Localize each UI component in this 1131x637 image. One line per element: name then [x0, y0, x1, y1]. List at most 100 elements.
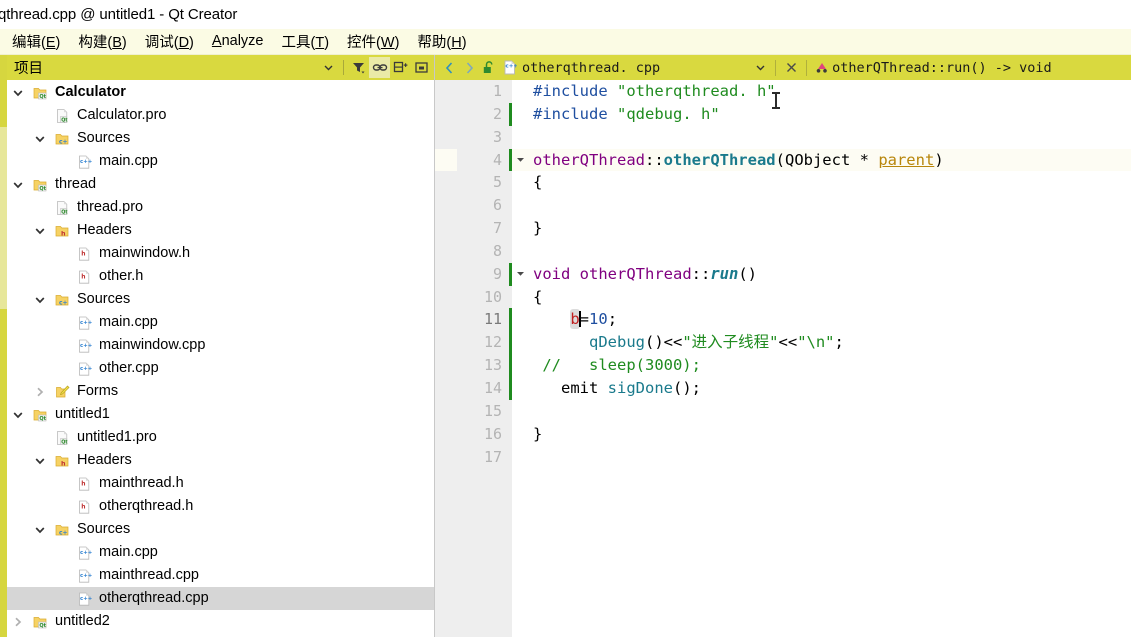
h-file-icon: h	[73, 246, 95, 262]
chevron-down-icon[interactable]	[7, 179, 29, 191]
tree-item-main-cpp[interactable]: c++ main.cpp	[7, 150, 434, 173]
marker-slot[interactable]	[435, 354, 457, 377]
tree-item-main-cpp[interactable]: c++ main.cpp	[7, 541, 434, 564]
tree-item-other-cpp[interactable]: c++ other.cpp	[7, 357, 434, 380]
fold-toggle-icon[interactable]	[512, 149, 528, 172]
code-line[interactable]: {	[512, 171, 1131, 194]
tree-item-mainthread-cpp[interactable]: c++ mainthread.cpp	[7, 564, 434, 587]
chevron-down-icon[interactable]	[7, 409, 29, 421]
marker-slot[interactable]	[435, 126, 457, 149]
code-line[interactable]	[512, 446, 1131, 469]
chevron-right-icon[interactable]	[459, 58, 479, 78]
chevron-right-icon[interactable]	[29, 386, 51, 398]
chevron-left-icon[interactable]	[439, 58, 459, 78]
code-line[interactable]	[512, 194, 1131, 217]
marker-slot[interactable]	[435, 423, 457, 446]
code-line[interactable]: // sleep(3000);	[512, 354, 1131, 377]
tree-item-untitled1[interactable]: Qt untitled1	[7, 403, 434, 426]
tree-item-sources[interactable]: c+ Sources	[7, 518, 434, 541]
tree-item-untitled2[interactable]: Qt untitled2	[7, 610, 434, 633]
menu-item-5[interactable]: 控件(W)	[338, 29, 408, 55]
folder-cpp-icon: c+	[51, 131, 73, 147]
tree-item-calculator-pro[interactable]: Qt Calculator.pro	[7, 104, 434, 127]
marker-slot[interactable]	[435, 103, 457, 126]
tree-item-mainwindow-cpp[interactable]: c++ mainwindow.cpp	[7, 334, 434, 357]
code-editor[interactable]: 1 2 3 4 5 6 7 8 9 10 11 12 13 14 15 16 17 #include "othe…	[435, 80, 1131, 637]
tree-item-mainthread-h[interactable]: h mainthread.h	[7, 472, 434, 495]
filter-icon[interactable]	[348, 57, 369, 78]
tree-item-sources[interactable]: c+ Sources	[7, 127, 434, 150]
tree-item-main-cpp[interactable]: c++ main.cpp	[7, 311, 434, 334]
marker-slot[interactable]	[435, 217, 457, 240]
menu-item-3[interactable]: Analyze	[203, 31, 273, 52]
line-number: 13	[483, 356, 502, 375]
code-line[interactable]: }	[512, 423, 1131, 446]
unlocked-padlock-icon[interactable]	[479, 58, 499, 78]
menu-item-2[interactable]: 调试(D)	[136, 29, 203, 55]
chevron-right-icon[interactable]	[7, 616, 29, 628]
marker-slot[interactable]	[435, 446, 457, 469]
marker-slot[interactable]	[435, 171, 457, 194]
warning-icon[interactable]	[435, 149, 457, 172]
tree-item-thread-pro[interactable]: Qt thread.pro	[7, 196, 434, 219]
menu-item-4[interactable]: 工具(T)	[272, 29, 338, 55]
marker-slot[interactable]	[435, 80, 457, 103]
code-line[interactable]	[512, 126, 1131, 149]
code-line[interactable]: b=10;	[512, 308, 1131, 331]
fold-toggle-icon[interactable]	[512, 263, 528, 286]
tab-dropdown-icon[interactable]	[750, 58, 770, 78]
expand-all-icon[interactable]	[390, 57, 411, 78]
link-icon[interactable]	[369, 57, 390, 78]
project-tree[interactable]: Qt Calculator Qt Calculator.pro c+ Sources c++…	[7, 80, 434, 637]
editor-marker-column[interactable]	[435, 80, 457, 637]
code-line[interactable]: }	[512, 217, 1131, 240]
chevron-down-icon[interactable]	[29, 133, 51, 145]
marker-slot[interactable]	[435, 240, 457, 263]
code-line[interactable]: {	[512, 286, 1131, 309]
code-line[interactable]: qDebug()<<"进入子线程"<<"\n";	[512, 331, 1131, 354]
collapse-all-icon[interactable]	[411, 57, 432, 78]
marker-slot[interactable]	[435, 331, 457, 354]
code-line[interactable]: #include "otherqthread. h"	[512, 80, 1131, 103]
tree-item-label: otherqthread.cpp	[99, 589, 209, 606]
chevron-down-icon[interactable]	[29, 294, 51, 306]
tree-item-calculator[interactable]: Qt Calculator	[7, 81, 434, 104]
marker-slot[interactable]	[435, 308, 457, 331]
tree-item-forms[interactable]: Forms	[7, 380, 434, 403]
menu-item-1[interactable]: 构建(B)	[69, 29, 135, 55]
tree-item-headers[interactable]: h Headers	[7, 219, 434, 242]
chevron-down-icon[interactable]	[318, 57, 339, 78]
tree-item-otherqthread-cpp[interactable]: c++ otherqthread.cpp	[7, 587, 434, 610]
code-line[interactable]: #include "qdebug. h"	[512, 103, 1131, 126]
tree-item-headers[interactable]: h Headers	[7, 449, 434, 472]
menu-item-0[interactable]: 编辑(E)	[3, 29, 69, 55]
code-line[interactable]: void otherQThread::run()	[512, 263, 1131, 286]
marker-slot[interactable]	[435, 263, 457, 286]
marker-slot[interactable]	[435, 400, 457, 423]
tree-item-mainwindow-h[interactable]: h mainwindow.h	[7, 242, 434, 265]
marker-slot[interactable]	[435, 286, 457, 309]
marker-slot[interactable]	[435, 194, 457, 217]
code-token: sigDone	[607, 378, 673, 397]
code-text: {	[533, 286, 542, 309]
chevron-down-icon[interactable]	[7, 87, 29, 99]
tree-item-otherqthread-h[interactable]: h otherqthread.h	[7, 495, 434, 518]
tree-item-untitled1-pro[interactable]: Qt untitled1.pro	[7, 426, 434, 449]
tree-item-other-h[interactable]: h other.h	[7, 265, 434, 288]
code-line[interactable]	[512, 400, 1131, 423]
tree-item-sources[interactable]: c+ Sources	[7, 288, 434, 311]
tree-item-label: Calculator	[55, 83, 126, 100]
editor-tab-filename[interactable]: otherqthread. cpp	[522, 60, 660, 76]
code-text-area[interactable]: #include "otherqthread. h" #include "qdeb…	[512, 80, 1131, 637]
code-line[interactable]	[512, 240, 1131, 263]
editor-symbol-selector[interactable]: otherQThread::run() -> void	[832, 60, 1051, 76]
tree-item-thread[interactable]: Qt thread	[7, 173, 434, 196]
close-icon[interactable]	[781, 58, 801, 78]
menu-item-6[interactable]: 帮助(H)	[408, 29, 475, 55]
marker-slot[interactable]	[435, 377, 457, 400]
chevron-down-icon[interactable]	[29, 455, 51, 467]
chevron-down-icon[interactable]	[29, 225, 51, 237]
code-line[interactable]: emit sigDone();	[512, 377, 1131, 400]
chevron-down-icon[interactable]	[29, 524, 51, 536]
code-line[interactable]: otherQThread::otherQThread(QObject * par…	[512, 148, 1131, 172]
